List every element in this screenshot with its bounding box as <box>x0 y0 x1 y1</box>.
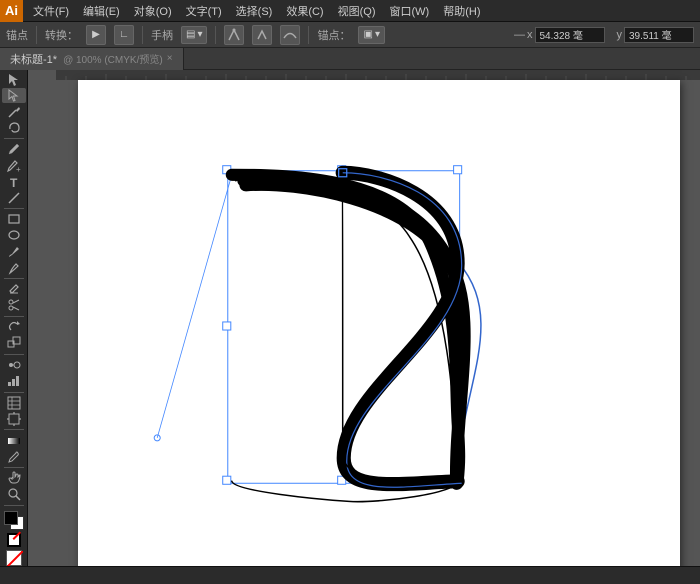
color-swatches[interactable] <box>2 511 26 530</box>
transform-btn-arrow[interactable]: ▶ <box>86 25 106 45</box>
tool-hand[interactable] <box>2 471 26 486</box>
tool-zoom[interactable] <box>2 487 26 502</box>
tool-scale[interactable] <box>2 336 26 351</box>
divider-4 <box>308 26 309 44</box>
main-area: + T <box>0 70 700 584</box>
tool-direct-selection[interactable] <box>2 88 26 103</box>
tool-text[interactable]: T <box>2 174 26 189</box>
svg-text:T: T <box>10 176 18 189</box>
canvas-svg <box>78 80 680 574</box>
menu-file[interactable]: 文件(F) <box>27 1 75 21</box>
anchor-dropdown-value: ▣ <box>363 29 372 40</box>
tool-add-anchor[interactable]: + <box>2 158 26 173</box>
tool-eyedropper[interactable] <box>2 449 26 464</box>
tool-ellipse[interactable] <box>2 228 26 243</box>
tab-bar: 未标题-1* @ 100% (CMYK/预览) × <box>0 48 700 70</box>
color-controls <box>7 533 21 547</box>
anchor-label: 锚点 <box>6 27 28 43</box>
anchor-point-label: 锚点： <box>317 27 350 43</box>
handle-dropdown-arrow: ▾ <box>197 29 202 40</box>
y-coord-box: y <box>617 27 695 43</box>
tool-pen[interactable] <box>2 142 26 157</box>
anchor-point-dropdown[interactable]: ▣ ▾ <box>358 26 384 44</box>
tool-pencil[interactable] <box>2 260 26 275</box>
ruler-top <box>56 70 700 80</box>
menu-edit[interactable]: 编辑(E) <box>77 1 126 21</box>
menu-view[interactable]: 视图(Q) <box>332 1 382 21</box>
transform-label: 转换： <box>45 27 78 43</box>
fg-color-swatch[interactable] <box>4 511 18 525</box>
menu-text[interactable]: 文字(T) <box>180 1 228 21</box>
canvas-area <box>28 70 700 584</box>
tool-lasso[interactable] <box>2 120 26 135</box>
pen-add-btn[interactable] <box>224 25 244 45</box>
handle-dropdown[interactable]: ▤ ▾ <box>181 26 207 44</box>
menu-object[interactable]: 对象(O) <box>128 1 178 21</box>
tool-selection[interactable] <box>2 72 26 87</box>
handle-label: 手柄 <box>151 27 173 43</box>
tool-sep-6 <box>4 392 24 393</box>
tool-sep-7 <box>4 429 24 430</box>
pen-smooth-btn[interactable] <box>280 25 300 45</box>
x-coord-box: — x <box>514 27 605 43</box>
pen-anchor-btn[interactable] <box>252 25 272 45</box>
tool-gradient[interactable] <box>2 433 26 448</box>
tool-eraser[interactable] <box>2 282 26 297</box>
tool-sep-8 <box>4 467 24 468</box>
tool-sep-4 <box>4 316 24 317</box>
tool-sep-9 <box>4 505 24 506</box>
toolbar-anchor: 锚点 转换： ▶ ∟ 手柄 ▤ ▾ 锚点： ▣ ▾ — x y <box>0 22 700 48</box>
x-input[interactable] <box>535 27 605 43</box>
tab-close-button[interactable]: × <box>167 53 173 64</box>
tool-line[interactable] <box>2 190 26 205</box>
left-toolbar: + T <box>0 70 28 584</box>
tool-sep-5 <box>4 354 24 355</box>
document-tab[interactable]: 未标题-1* @ 100% (CMYK/预览) × <box>0 48 184 70</box>
tool-scissors[interactable] <box>2 298 26 313</box>
tool-slice[interactable] <box>2 395 26 410</box>
y-input[interactable] <box>624 27 694 43</box>
menu-window[interactable]: 窗口(W) <box>384 1 436 21</box>
tool-rect[interactable] <box>2 212 26 227</box>
tool-rotate[interactable] <box>2 320 26 335</box>
document-canvas <box>78 80 680 574</box>
tab-subtitle: @ 100% (CMYK/预览) <box>63 51 163 66</box>
tool-magic-wand[interactable] <box>2 104 26 119</box>
svg-text:+: + <box>16 165 21 173</box>
divider-2 <box>142 26 143 44</box>
menu-effect[interactable]: 效果(C) <box>280 1 329 21</box>
divider-3 <box>215 26 216 44</box>
menu-help[interactable]: 帮助(H) <box>437 1 486 21</box>
divider-1 <box>36 26 37 44</box>
handle-dropdown-value: ▤ <box>186 29 195 40</box>
stroke-swatch[interactable] <box>7 533 21 547</box>
menu-select[interactable]: 选择(S) <box>230 1 279 21</box>
status-bar <box>0 566 700 584</box>
anchor-dropdown-arrow: ▾ <box>375 29 380 40</box>
tool-sep-1 <box>4 138 24 139</box>
menu-bar: Ai 文件(F) 编辑(E) 对象(O) 文字(T) 选择(S) 效果(C) 视… <box>0 0 700 22</box>
tool-blend[interactable] <box>2 357 26 372</box>
tool-chart[interactable] <box>2 374 26 389</box>
tool-sep-2 <box>4 208 24 209</box>
tool-artboard[interactable] <box>2 411 26 426</box>
y-label-letter: y <box>617 29 623 41</box>
x-label-letter: x <box>527 29 533 41</box>
app-logo: Ai <box>0 0 23 22</box>
tool-brush[interactable] <box>2 244 26 259</box>
tab-title: 未标题-1* <box>10 51 57 67</box>
none-color[interactable] <box>6 550 22 566</box>
transform-btn-corner[interactable]: ∟ <box>114 25 134 45</box>
tool-sep-3 <box>4 278 24 279</box>
x-label: — <box>514 29 525 41</box>
menu-items: 文件(F) 编辑(E) 对象(O) 文字(T) 选择(S) 效果(C) 视图(Q… <box>23 1 487 21</box>
